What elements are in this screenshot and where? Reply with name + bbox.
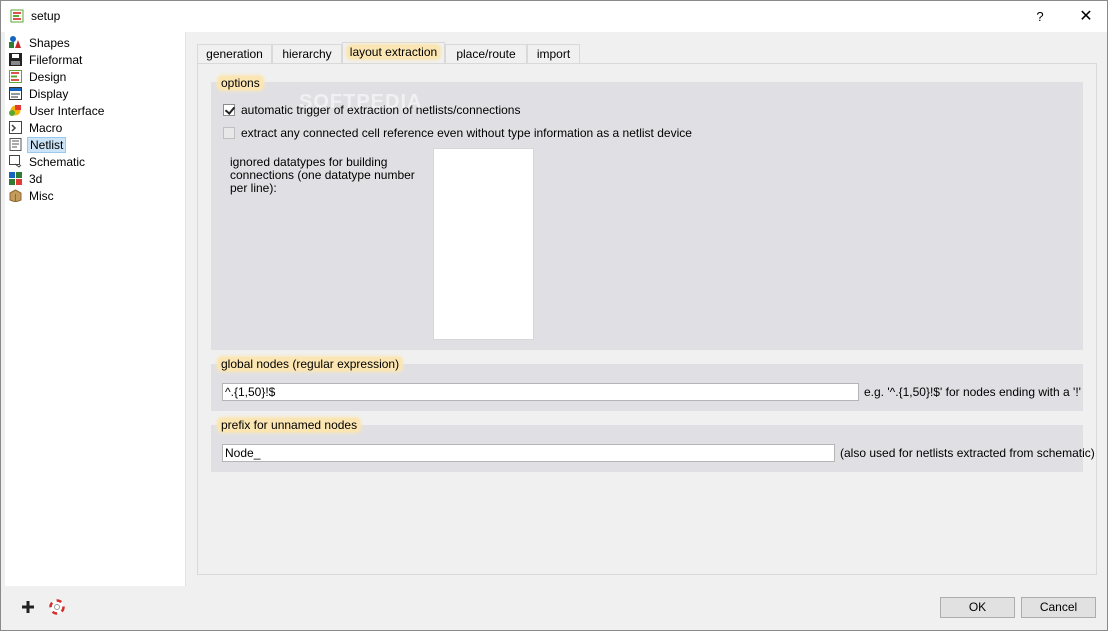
global-nodes-hint: e.g. '^.{1,50}!$' for nodes ending with … <box>864 385 1081 399</box>
tab-content-layout-extraction: options automatic trigger of extraction … <box>197 63 1097 575</box>
design-icon <box>9 70 22 83</box>
tab-generation[interactable]: generation <box>197 44 272 64</box>
prefix-title: prefix for unnamed nodes <box>218 418 361 432</box>
options-group <box>211 82 1083 350</box>
watermark: SOFTPEDIA <box>299 91 423 113</box>
extract-any-checkbox[interactable] <box>223 127 235 139</box>
shapes-icon <box>9 36 21 48</box>
ignored-datatypes-label: ignored datatypes for building connectio… <box>230 155 415 195</box>
prefix-hint: (also used for netlists extracted from s… <box>840 446 1095 460</box>
sidebar-item-schematic[interactable]: Schematic <box>9 153 87 170</box>
sidebar-item-user-interface[interactable]: User Interface <box>9 102 106 119</box>
auto-trigger-checkbox[interactable] <box>223 104 235 116</box>
floppy-icon <box>9 53 22 66</box>
sidebar-item-macro[interactable]: Macro <box>9 119 64 136</box>
sidebar-item-display[interactable]: Display <box>9 85 70 102</box>
misc-icon <box>9 189 22 202</box>
lifebuoy-icon[interactable] <box>49 599 65 615</box>
extract-any-label: extract any connected cell reference eve… <box>241 126 692 140</box>
settings-category-list: Shapes Fileformat Design Display User In… <box>5 32 186 586</box>
display-icon <box>9 87 22 100</box>
schematic-icon <box>9 155 22 168</box>
ok-button[interactable]: OK <box>940 597 1015 618</box>
close-button[interactable]: ✕ <box>1071 1 1101 32</box>
prefix-input[interactable]: Node_ <box>222 444 835 462</box>
tab-layout-extraction[interactable]: layout extraction <box>342 42 445 64</box>
global-nodes-title: global nodes (regular expression) <box>218 357 403 371</box>
cancel-button[interactable]: Cancel <box>1021 597 1096 618</box>
options-group-title: options <box>218 76 263 90</box>
sidebar-item-netlist[interactable]: Netlist <box>9 136 67 153</box>
tab-place-route[interactable]: place/route <box>445 44 527 64</box>
netlist-icon <box>9 138 22 151</box>
sidebar-item-design[interactable]: Design <box>9 68 68 85</box>
app-icon <box>10 9 24 23</box>
macro-icon <box>9 121 22 134</box>
user-interface-icon <box>9 105 21 116</box>
plus-icon[interactable] <box>20 599 36 615</box>
tab-hierarchy[interactable]: hierarchy <box>272 44 342 64</box>
sidebar-item-shapes[interactable]: Shapes <box>9 34 72 51</box>
tab-import[interactable]: import <box>527 44 580 64</box>
setup-dialog: setup ? ✕ Shapes Fileformat Design Displ… <box>0 0 1108 631</box>
ignored-datatypes-textarea[interactable] <box>433 148 534 340</box>
sidebar-item-3d[interactable]: 3d <box>9 170 44 187</box>
global-nodes-input[interactable]: ^.{1,50}!$ <box>222 383 859 401</box>
title-bar: setup ? ✕ <box>1 1 1107 32</box>
extract-any-row[interactable]: extract any connected cell reference eve… <box>223 126 692 140</box>
sidebar-item-fileformat[interactable]: Fileformat <box>9 51 84 68</box>
sidebar-item-misc[interactable]: Misc <box>9 187 56 204</box>
window-title: setup <box>31 9 61 23</box>
help-button[interactable]: ? <box>1025 1 1055 32</box>
3d-icon <box>9 172 22 185</box>
